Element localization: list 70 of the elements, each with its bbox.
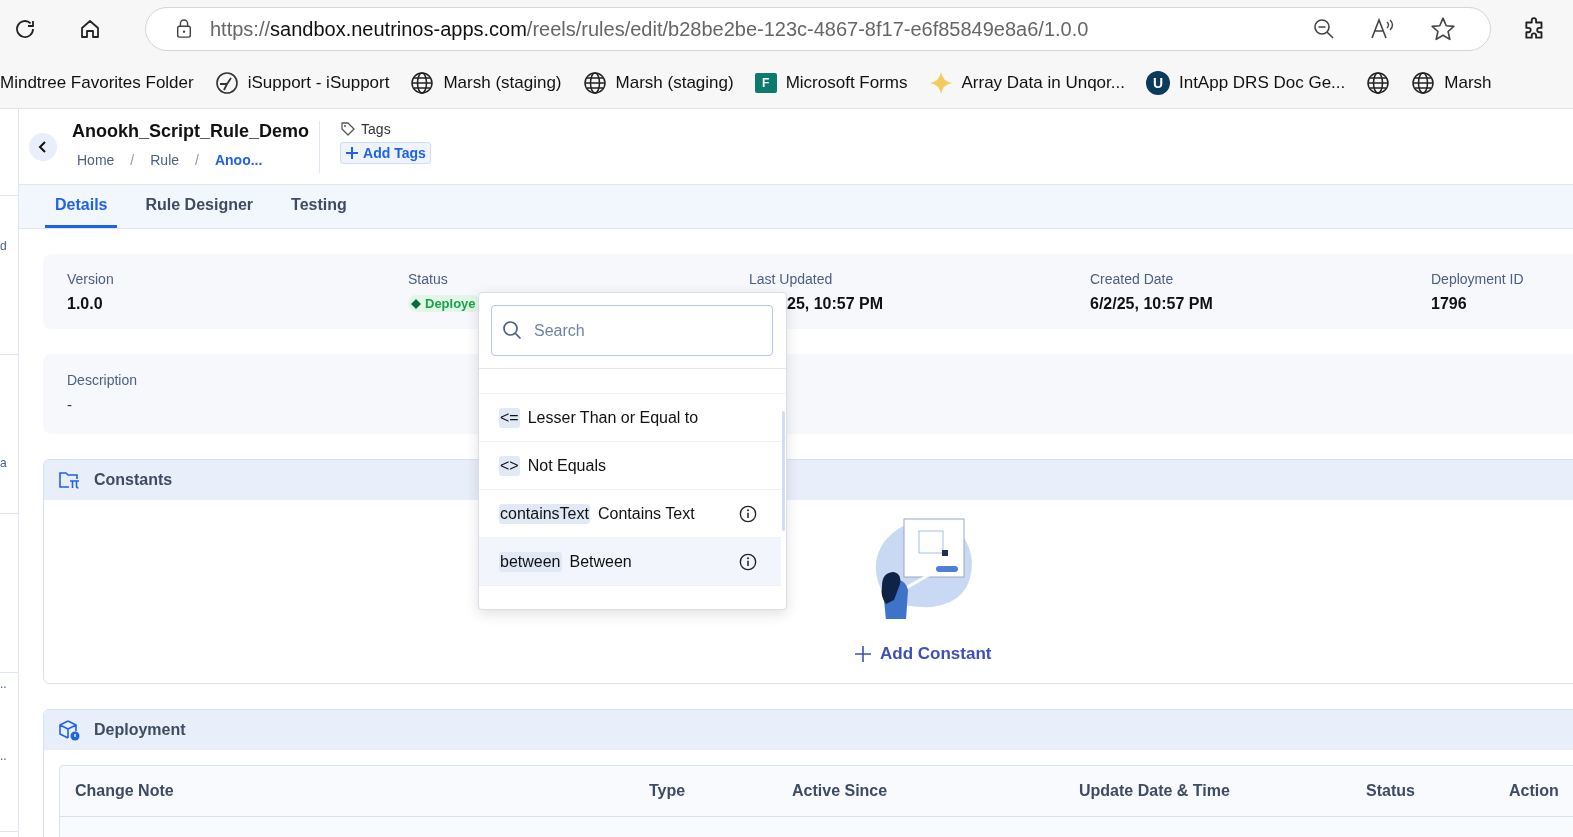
zoom-out-icon[interactable]: [1312, 17, 1336, 41]
sidebar-item[interactable]: ..: [0, 749, 7, 763]
operator-option[interactable]: between Between: [479, 538, 781, 586]
column-header: Status: [1366, 782, 1416, 800]
tab[interactable]: Rule Designer: [135, 185, 264, 228]
field-label: Status: [408, 271, 448, 287]
bookmark[interactable]: Array Data in Unqor...: [928, 71, 1125, 95]
panel-title: Constants: [94, 471, 173, 489]
operator-option[interactable]: <> Not Equals: [479, 442, 781, 490]
field-label: Version: [67, 270, 114, 287]
read-aloud-icon[interactable]: [1370, 17, 1396, 41]
bookmark[interactable]: F Microsoft Forms: [754, 73, 908, 93]
tags-label: Tags: [361, 121, 391, 137]
forms-icon: F: [754, 73, 777, 93]
field-value: 1.0.0: [67, 294, 103, 313]
field-value: 1796: [1431, 294, 1467, 313]
sidebar-item[interactable]: ..: [0, 677, 7, 691]
panel-title: Deployment: [94, 721, 186, 739]
globe-icon: [410, 71, 435, 95]
bookmark[interactable]: Mindtree Favorites Folder: [0, 73, 194, 93]
url-text: https://sandbox.neutrinos-apps.com/reels/rules/edit/b28be2be-123c-4867-8f17-e6f85849e8a6/1.0.0: [210, 17, 1090, 41]
plus-icon: [854, 645, 872, 663]
breadcrumb-separator: /: [195, 152, 199, 168]
reload-icon[interactable]: [13, 17, 37, 41]
add-constant-button[interactable]: Add Constant: [854, 644, 992, 664]
folder-pi-icon: [58, 470, 80, 490]
bookmark[interactable]: Marsh: [1411, 71, 1492, 95]
box-icon: [58, 719, 80, 741]
field-value: 25, 10:57 PM: [787, 294, 884, 313]
sidebar-item[interactable]: d: [0, 239, 7, 253]
logo-icon: [214, 71, 239, 95]
globe-icon: [582, 71, 607, 95]
bookmark[interactable]: iSupport - iSupport: [214, 71, 390, 95]
home-icon[interactable]: [78, 17, 102, 41]
tab[interactable]: Details: [45, 185, 118, 228]
plus-icon: [345, 146, 360, 160]
bookmark[interactable]: Marsh (staging): [410, 71, 562, 95]
breadcrumb-link[interactable]: Home: [77, 152, 115, 168]
bookmark[interactable]: [1366, 71, 1391, 95]
star-icon[interactable]: [1430, 16, 1456, 42]
tag-icon: [340, 121, 357, 137]
field-value: -: [67, 396, 72, 413]
bookmark[interactable]: U IntApp DRS Doc Ge...: [1145, 71, 1346, 95]
tab[interactable]: Testing: [281, 185, 357, 228]
column-header: Update Date & Time: [1079, 782, 1231, 800]
page-title: Anookh_Script_Rule_Demo: [72, 121, 310, 142]
lock-icon: [175, 19, 193, 39]
breadcrumb-link[interactable]: Anoo...: [214, 152, 263, 168]
field-label: Created Date: [1090, 270, 1174, 287]
bookmark[interactable]: Marsh (staging): [582, 71, 734, 95]
sidebar-item[interactable]: a: [0, 456, 7, 470]
column-header: Active Since: [792, 782, 889, 800]
breadcrumb-separator: /: [130, 152, 135, 168]
operator-option[interactable]: <= Lesser Than or Equal to: [479, 394, 781, 442]
field-label: Description: [67, 372, 138, 388]
column-header: Action: [1509, 782, 1560, 800]
field-label: Last Updated: [749, 270, 833, 287]
column-header: Change Note: [75, 782, 175, 800]
add-tags-button[interactable]: Add Tags: [340, 142, 431, 164]
globe-icon: [1411, 71, 1436, 95]
address-bar[interactable]: https://sandbox.neutrinos-apps.com/reels/rules/edit/b28be2be-123c-4867-8f17-e6f85849e8a6/1.0.0: [145, 7, 1491, 51]
search-icon: [502, 320, 522, 340]
back-button[interactable]: [29, 133, 57, 161]
breadcrumb-link[interactable]: Rule: [150, 152, 180, 168]
column-header: Type: [649, 782, 687, 800]
field-label: Deployment ID: [1431, 270, 1524, 287]
letter-icon: U: [1145, 71, 1170, 95]
field-value: 6/2/25, 10:57 PM: [1090, 294, 1213, 313]
search-field[interactable]: Search: [491, 305, 773, 356]
globe-icon: [1366, 71, 1391, 95]
